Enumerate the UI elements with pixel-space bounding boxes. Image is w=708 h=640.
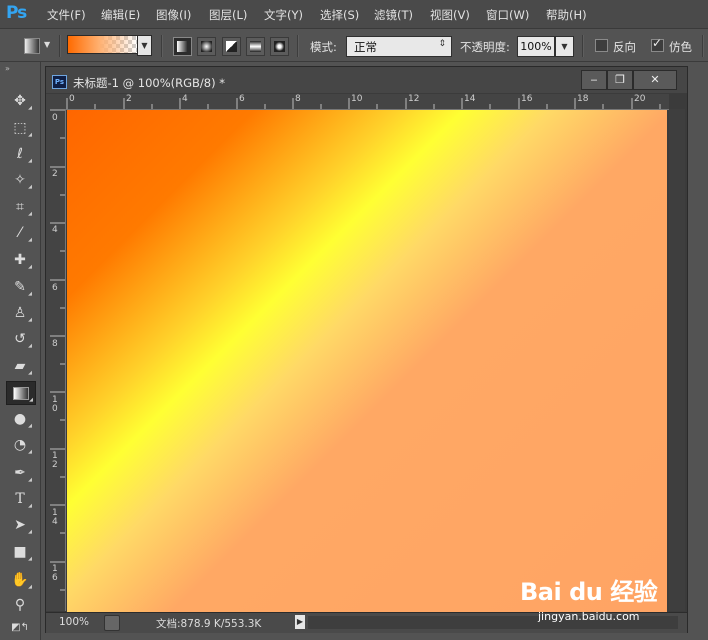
reverse-checkbox[interactable]: [595, 39, 608, 52]
mode-select[interactable]: 正常 ⇕: [346, 36, 452, 57]
mode-label: 模式:: [310, 40, 337, 54]
menu-bar: Ps 文件(F) 编辑(E) 图像(I) 图层(L) 文字(Y) 选择(S) 滤…: [0, 0, 708, 29]
eraser-tool-icon[interactable]: ▰ ◢: [6, 355, 34, 377]
dodge-tool-icon[interactable]: ◔ ◢: [6, 434, 34, 456]
baidu-watermark: Bai du 经验 jingyan.baidu.com: [520, 568, 670, 634]
document-title: 未标题-1 @ 100%(RGB/8) *: [73, 76, 226, 90]
menu-select[interactable]: 选择(S): [320, 7, 359, 23]
watermark-url: jingyan.baidu.com: [538, 610, 640, 623]
vertical-ruler[interactable]: 0 2 4 6 8 1 0 1 2 1 4 1 6: [46, 109, 66, 611]
divider: [59, 35, 61, 57]
pen-tool-icon[interactable]: ✒ ◢: [6, 462, 34, 484]
ruler-origin[interactable]: [46, 94, 66, 110]
menu-type[interactable]: 文字(Y): [264, 7, 303, 23]
document-tab[interactable]: Ps 未标题-1 @ 100%(RGB/8) * ‒ ❐ ✕: [46, 67, 687, 93]
dither-checkbox[interactable]: [651, 36, 664, 52]
magic-wand-tool-icon[interactable]: ✧ ◢: [6, 169, 34, 191]
color-swap-icon[interactable]: ◩↰: [6, 617, 34, 639]
panel-collapse-icon[interactable]: »: [5, 64, 10, 73]
rectangle-tool-icon[interactable]: ■ ◢: [6, 541, 34, 563]
vertical-scrollbar[interactable]: [669, 109, 685, 611]
radial-gradient-icon[interactable]: [197, 37, 216, 56]
angle-gradient-icon[interactable]: [222, 37, 241, 56]
opacity-input[interactable]: 100%: [517, 36, 555, 57]
brush-tool-icon[interactable]: ✎ ◢: [6, 276, 34, 298]
menu-edit[interactable]: 编辑(E): [101, 7, 140, 23]
zoom-tool-icon[interactable]: ⚲: [6, 594, 34, 616]
tools-panel: » ✥ ◢ ⬚ ◢ ℓ ◢ ✧ ◢ ⌗ ◢ ⁄ ◢ ✚ ◢ ✎ ◢ ♙ ◢ ↺ ◢ ▰ ◢ ◢ ● ◢ …: [0, 62, 41, 640]
clone-stamp-tool-icon[interactable]: ♙ ◢: [6, 302, 34, 324]
status-info-icon[interactable]: [104, 615, 120, 631]
document-size: 文档:878.9 K/553.3K: [156, 618, 262, 630]
photoshop-logo: Ps: [6, 3, 27, 23]
reverse-label: 反向: [613, 40, 636, 54]
gradient-tool-icon[interactable]: ◢: [6, 381, 36, 405]
tool-preset-picker-icon[interactable]: [24, 38, 40, 54]
status-menu-arrow-icon[interactable]: ▶: [295, 615, 305, 629]
hand-tool-icon[interactable]: ✋ ◢: [6, 569, 34, 591]
menu-help[interactable]: 帮助(H): [546, 7, 587, 23]
divider: [297, 35, 299, 57]
reflected-gradient-icon[interactable]: [246, 37, 265, 56]
eyedropper-tool-icon[interactable]: ⁄ ◢: [6, 222, 34, 244]
menu-file[interactable]: 文件(F): [47, 7, 86, 23]
select-updown-icon: ⇕: [438, 39, 446, 49]
path-selection-tool-icon[interactable]: ➤ ◢: [6, 514, 34, 536]
maximize-button[interactable]: ❐: [607, 70, 633, 90]
menu-window[interactable]: 窗口(W): [486, 7, 529, 23]
gradient-picker-chevron-icon[interactable]: ▼: [137, 35, 152, 56]
ruler-ticks: [66, 98, 661, 109]
baidu-logo: Bai du 经验: [520, 578, 658, 606]
gradient-editor-swatch[interactable]: [67, 35, 138, 54]
menu-image[interactable]: 图像(I): [156, 7, 191, 23]
document-canvas[interactable]: [67, 110, 667, 612]
history-brush-tool-icon[interactable]: ↺ ◢: [6, 328, 34, 350]
ps-document-icon: Ps: [52, 75, 67, 89]
zoom-level[interactable]: 100%: [59, 616, 89, 628]
lasso-tool-icon[interactable]: ℓ ◢: [6, 143, 34, 165]
linear-gradient-icon[interactable]: [173, 37, 192, 56]
options-bar: ▼ ▼ 模式: 正常 ⇕ 不透明度: 100% ▼ 反向 仿色: [0, 29, 708, 62]
close-button[interactable]: ✕: [633, 70, 677, 90]
dither-label: 仿色: [669, 40, 692, 54]
opacity-slider-chevron-icon[interactable]: ▼: [555, 36, 574, 57]
healing-brush-tool-icon[interactable]: ✚ ◢: [6, 249, 34, 271]
divider: [161, 35, 163, 57]
move-tool-icon[interactable]: ✥ ◢: [6, 90, 34, 112]
diamond-gradient-icon[interactable]: [270, 37, 289, 56]
menu-filter[interactable]: 滤镜(T): [374, 7, 413, 23]
menu-view[interactable]: 视图(V): [430, 7, 470, 23]
opacity-label: 不透明度:: [460, 40, 510, 54]
menu-layer[interactable]: 图层(L): [209, 7, 247, 23]
type-tool-icon[interactable]: T ◢: [6, 488, 34, 510]
chevron-down-icon[interactable]: ▼: [44, 40, 50, 49]
horizontal-ruler[interactable]: 0 2 4 6 8 10 12 14 16 18 20: [66, 94, 669, 110]
ruler-ticks: [50, 109, 65, 591]
divider: [702, 35, 704, 57]
divider: [582, 35, 584, 57]
crop-tool-icon[interactable]: ⌗ ◢: [6, 196, 34, 218]
mode-value: 正常: [354, 40, 377, 54]
marquee-tool-icon[interactable]: ⬚ ◢: [6, 117, 34, 139]
document-window: Ps 未标题-1 @ 100%(RGB/8) * ‒ ❐ ✕ 0 2 4 6 8…: [45, 66, 688, 633]
minimize-button[interactable]: ‒: [581, 70, 607, 90]
blur-tool-icon[interactable]: ● ◢: [6, 408, 34, 430]
